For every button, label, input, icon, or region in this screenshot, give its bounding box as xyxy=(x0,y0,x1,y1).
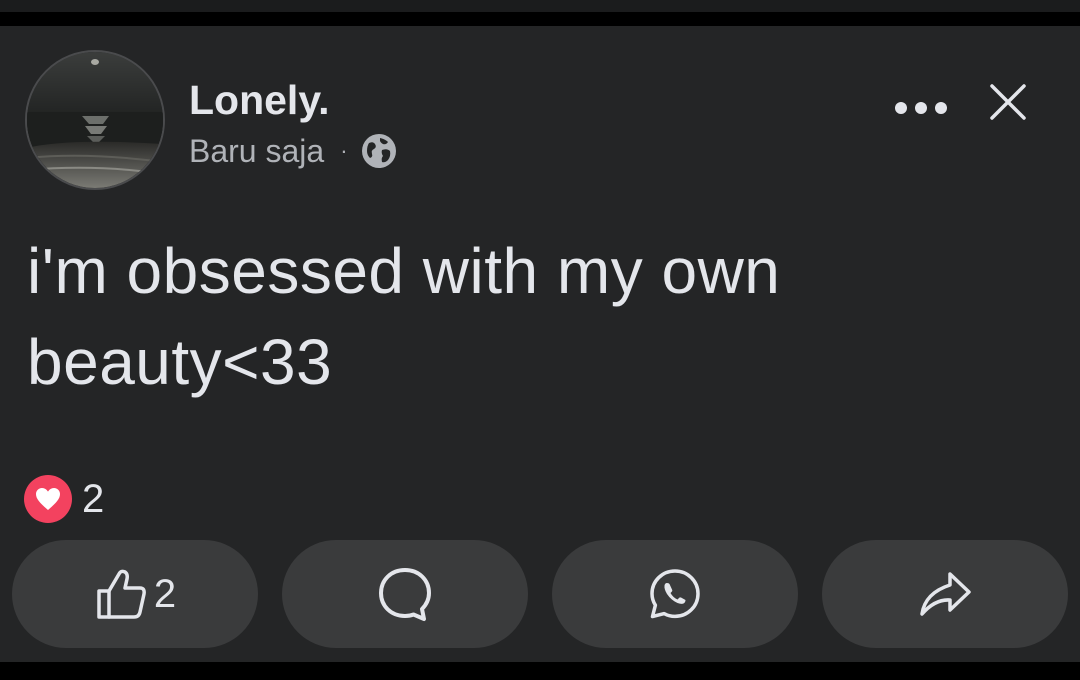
post-card: Lonely. Baru saja · i'm obsessed with my… xyxy=(0,26,1080,662)
whatsapp-share-button[interactable] xyxy=(552,540,798,648)
close-icon xyxy=(990,84,1026,120)
like-button[interactable]: 2 xyxy=(12,540,258,648)
like-count: 2 xyxy=(153,571,177,616)
whatsapp-icon xyxy=(650,569,700,619)
share-button[interactable] xyxy=(822,540,1068,648)
top-bar xyxy=(0,0,1080,12)
action-bar: 2 xyxy=(12,540,1068,648)
author-name[interactable]: Lonely. xyxy=(189,76,329,124)
comment-button[interactable] xyxy=(282,540,528,648)
close-button[interactable] xyxy=(982,76,1034,128)
globe-icon xyxy=(360,132,398,170)
more-dots-icon xyxy=(895,102,947,114)
timestamp[interactable]: Baru saja xyxy=(189,133,324,170)
avatar-image xyxy=(27,52,163,188)
post-text: i'm obsessed with my own beauty<33 xyxy=(27,235,781,398)
share-arrow-icon xyxy=(920,572,971,616)
reactions-summary[interactable]: 2 xyxy=(24,474,104,524)
post-meta: Baru saja · xyxy=(189,131,398,171)
bottom-bar xyxy=(0,662,1080,680)
reaction-count: 2 xyxy=(82,476,105,521)
heart-love-icon xyxy=(24,475,72,523)
more-options-button[interactable] xyxy=(888,88,954,128)
meta-separator: · xyxy=(340,138,348,163)
thumbs-up-icon xyxy=(97,569,146,619)
comment-bubble-icon xyxy=(379,568,431,621)
avatar[interactable] xyxy=(25,50,165,190)
